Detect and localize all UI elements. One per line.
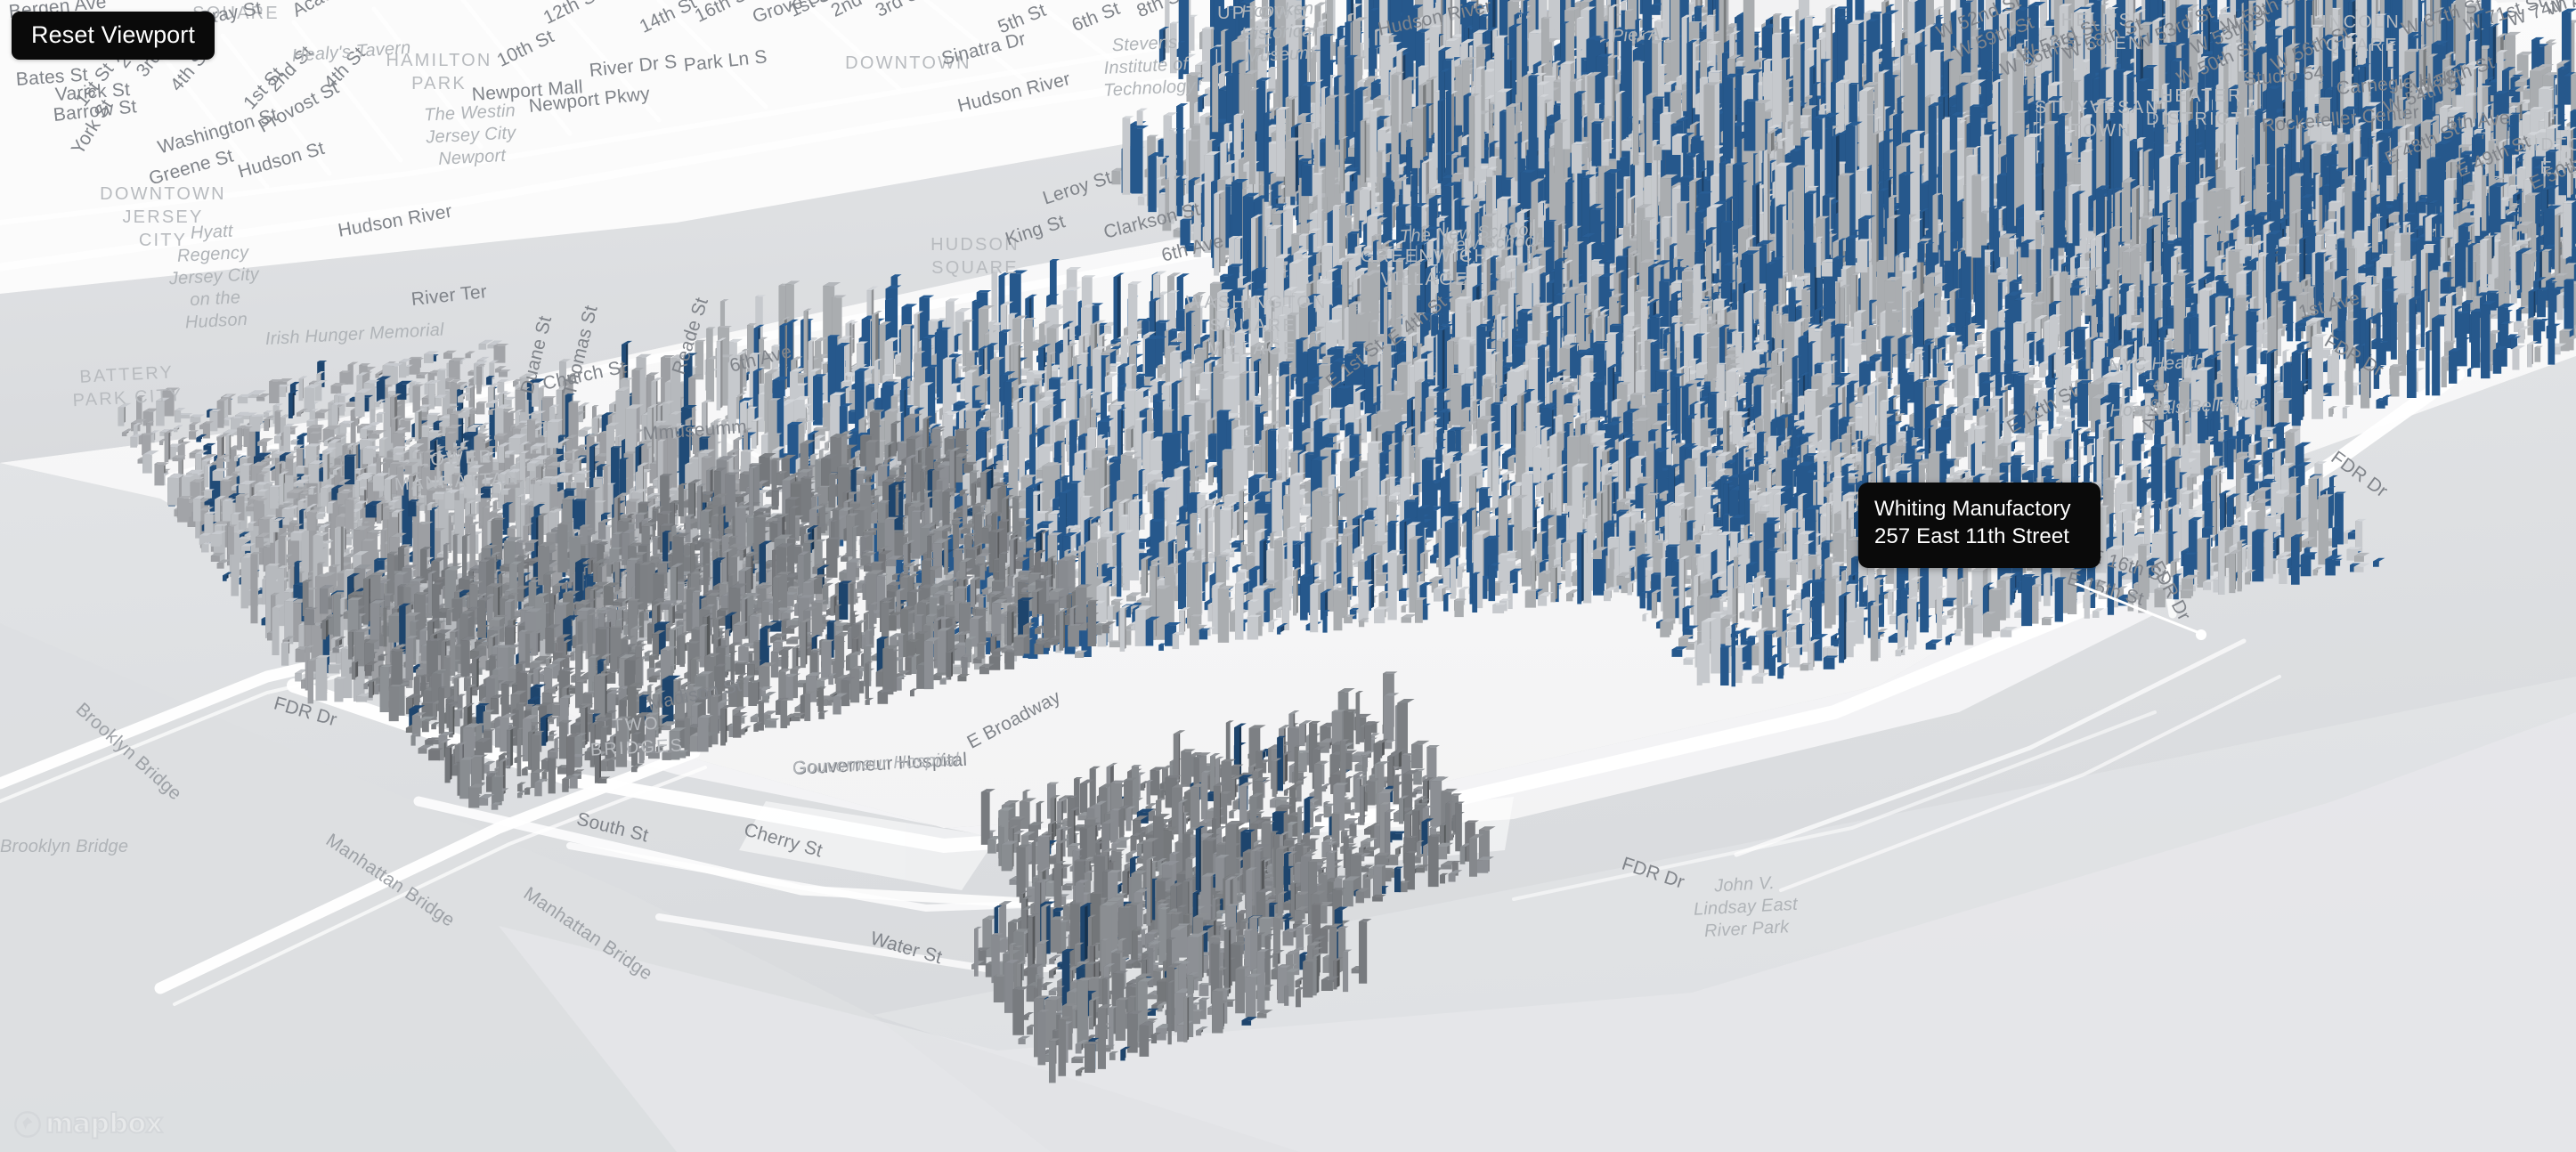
map-application: DOWNTOWN JERSEY CITY HAMILTON PARK DOWNTOW… [0,0,2576,1152]
map-render-surface[interactable] [0,0,2576,1152]
map-canvas[interactable] [0,0,2576,1152]
